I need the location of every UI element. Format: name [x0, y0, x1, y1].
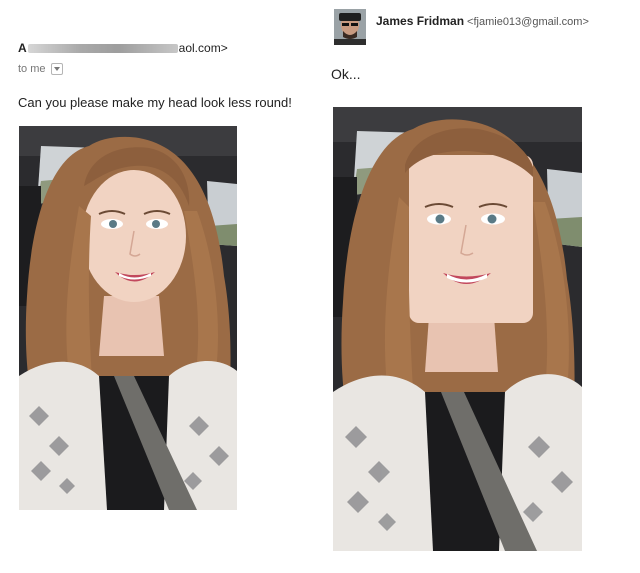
original-photo — [19, 126, 237, 510]
reply-header: James Fridman <fjamie013@gmail.com> — [376, 14, 589, 28]
chevron-down-icon[interactable] — [50, 63, 63, 75]
avatar[interactable] — [334, 9, 366, 45]
recipient-line: to me — [18, 63, 63, 75]
sender-line: Aaol.com> — [18, 41, 228, 57]
sender-initial: A — [18, 41, 27, 55]
reply-message: Ok... — [331, 66, 361, 82]
sender-name[interactable]: James Fridman — [376, 14, 464, 28]
selfie-edited-image — [333, 107, 582, 551]
reply-email: James Fridman <fjamie013@gmail.com> Ok... — [320, 0, 640, 573]
edited-photo — [333, 107, 582, 551]
recipient-label: to me — [18, 63, 46, 75]
selfie-original-image — [19, 126, 237, 510]
request-message: Can you please make my head look less ro… — [18, 95, 292, 110]
sender-email: <fjamie013@gmail.com> — [467, 16, 589, 28]
original-email: Aaol.com> to me Can you please make my h… — [0, 0, 320, 573]
sender-email-suffix: aol.com> — [178, 41, 228, 55]
redacted-email — [27, 44, 178, 54]
